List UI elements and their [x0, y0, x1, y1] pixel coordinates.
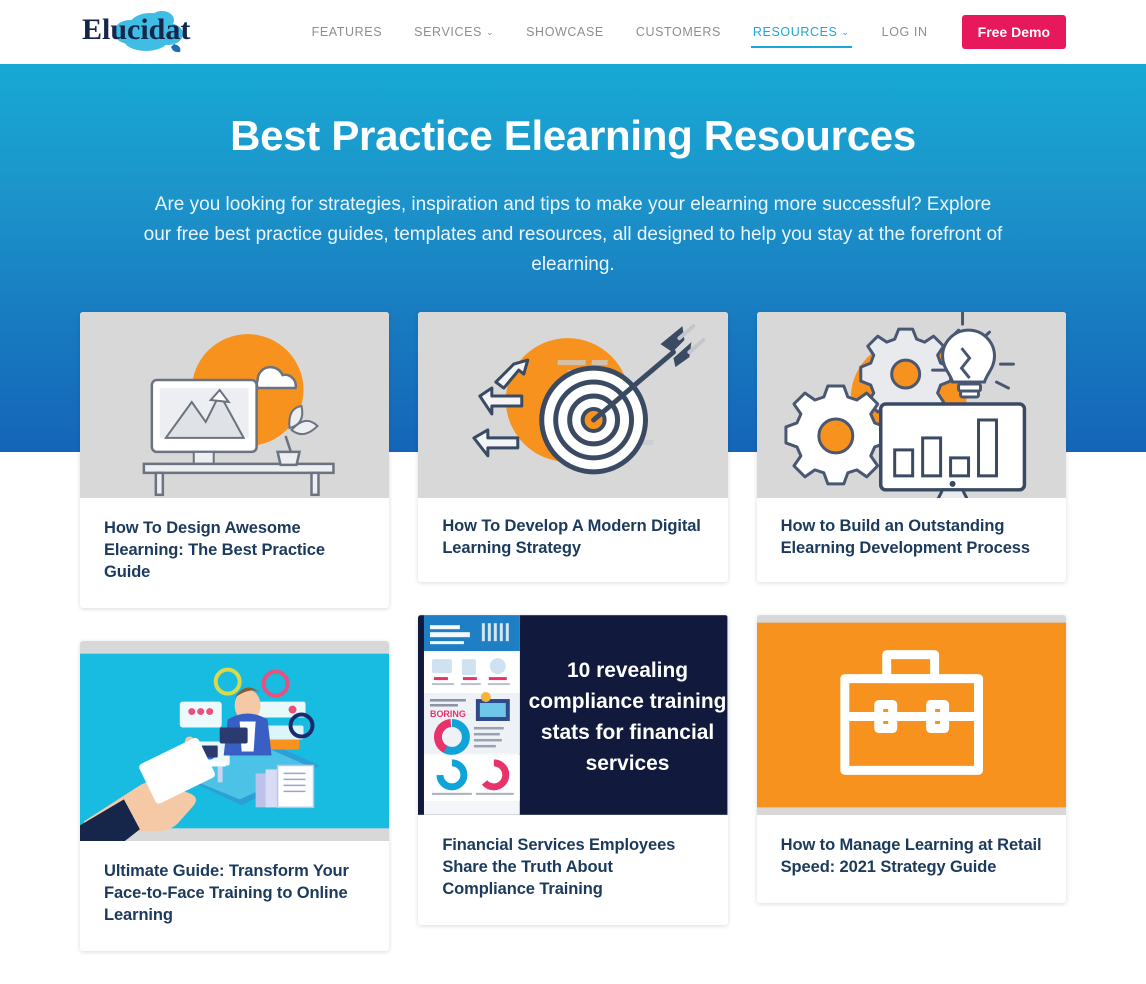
nav-label: RESOURCES [752, 25, 838, 39]
card-thumbnail [80, 312, 390, 498]
compliance-stats-infographic-icon: BORING 10 revealing compliance training … [418, 615, 728, 815]
svg-text:Elucidat: Elucidat [82, 13, 190, 46]
resource-card[interactable]: How to Manage Learning at Retail Speed: … [756, 614, 1066, 903]
resource-card[interactable]: How To Develop A Modern Digital Learning… [418, 312, 728, 582]
desk-monitor-illustration-icon [80, 312, 390, 498]
main-navigation: FEATURES SERVICES ⌄ SHOWCASE CUSTOMERS RE… [296, 15, 1066, 49]
nav-item-services[interactable]: SERVICES ⌄ [398, 25, 510, 39]
card-title: How To Develop A Modern Digital Learning… [442, 517, 701, 557]
nav-label: LOG IN [881, 25, 928, 39]
nav-label: SHOWCASE [526, 25, 604, 39]
card-title: How to Manage Learning at Retail Speed: … [780, 835, 1042, 876]
elucidat-logo[interactable]: Elucidat [78, 8, 228, 56]
nav-item-login[interactable]: LOG IN [866, 25, 944, 39]
resource-card[interactable]: How to Build an Outstanding Elearning De… [756, 312, 1066, 582]
chevron-down-icon: ⌄ [485, 27, 495, 37]
target-arrow-illustration-icon [418, 312, 728, 498]
chevron-down-icon: ⌄ [841, 27, 850, 37]
nav-label: SERVICES [414, 25, 482, 39]
hero-subtitle: Are you looking for strategies, inspirat… [143, 194, 1003, 276]
card-title: Financial Services Employees Share the T… [442, 835, 676, 898]
resource-card[interactable]: BORING 10 revealing compliance training … [418, 614, 728, 925]
nav-item-showcase[interactable]: SHOWCASE [510, 25, 620, 39]
hand-phone-isometric-illustration-icon [80, 653, 390, 841]
site-header: Elucidat FEATURES SERVICES ⌄ SHOWCASE CUS… [0, 0, 1146, 64]
cloud-logo-icon: Elucidat [82, 11, 190, 53]
page-title: Best Practice Elearning Resources [230, 112, 916, 159]
svg-text:BORING: BORING [430, 709, 466, 719]
active-nav-underline [750, 46, 852, 48]
gears-lightbulb-chart-illustration-icon [756, 312, 1066, 498]
card-thumbnail [418, 312, 728, 498]
card-thumbnail: BORING 10 revealing compliance training … [418, 614, 728, 815]
svg-text:compliance training: compliance training [529, 690, 727, 713]
svg-text:stats for financial: stats for financial [541, 721, 714, 744]
free-demo-button[interactable]: Free Demo [961, 15, 1066, 49]
nav-label: FEATURES [311, 25, 383, 39]
card-thumbnail [80, 640, 390, 841]
svg-text:10 revealing: 10 revealing [567, 659, 688, 682]
nav-label: CUSTOMERS [635, 25, 721, 39]
resource-card[interactable]: How To Design Awesome Elearning: The Bes… [80, 312, 390, 608]
nav-item-resources[interactable]: RESOURCES ⌄ [737, 25, 866, 48]
card-title: Ultimate Guide: Transform Your Face-to-F… [104, 861, 349, 924]
card-thumbnail [756, 312, 1066, 498]
nav-item-features[interactable]: FEATURES [296, 25, 399, 39]
nav-item-customers[interactable]: CUSTOMERS [620, 25, 737, 39]
resource-card[interactable]: Ultimate Guide: Transform Your Face-to-F… [80, 640, 390, 951]
card-thumbnail [756, 614, 1066, 815]
svg-text:services: services [586, 752, 670, 775]
card-title: How To Design Awesome Elearning: The Bes… [104, 519, 325, 581]
card-title: How to Build an Outstanding Elearning De… [780, 517, 1030, 557]
resource-card-grid: How To Design Awesome Elearning: The Bes… [80, 312, 1066, 984]
briefcase-icon-card-icon [756, 622, 1066, 808]
